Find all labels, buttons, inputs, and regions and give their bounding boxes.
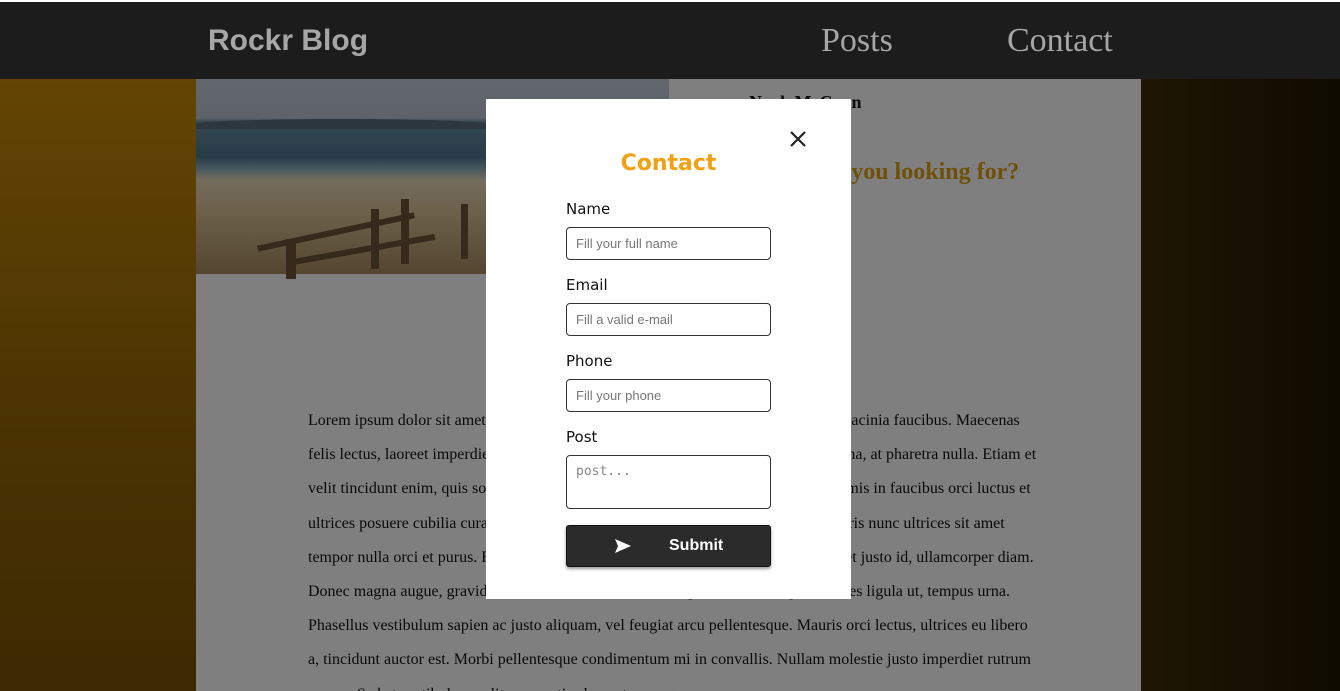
submit-label: Submit bbox=[669, 537, 724, 554]
name-label: Name bbox=[566, 200, 611, 218]
send-icon bbox=[615, 539, 631, 553]
close-button[interactable] bbox=[786, 127, 810, 151]
navbar: Rockr Blog Posts Contact bbox=[0, 0, 1340, 79]
contact-modal: Contact Name Email Phone Post Submit bbox=[486, 99, 851, 599]
name-field[interactable] bbox=[566, 227, 771, 260]
email-field[interactable] bbox=[566, 303, 771, 336]
nav-link-contact[interactable]: Contact bbox=[1007, 22, 1113, 60]
submit-button[interactable]: Submit bbox=[566, 525, 771, 567]
phone-field[interactable] bbox=[566, 379, 771, 412]
phone-label: Phone bbox=[566, 352, 613, 370]
close-icon bbox=[790, 131, 806, 147]
post-label: Post bbox=[566, 428, 598, 446]
modal-title: Contact bbox=[620, 151, 717, 176]
email-label: Email bbox=[566, 276, 608, 294]
post-textarea[interactable] bbox=[566, 455, 771, 509]
brand-logo[interactable]: Rockr Blog bbox=[208, 24, 368, 58]
nav-link-posts[interactable]: Posts bbox=[821, 22, 893, 60]
